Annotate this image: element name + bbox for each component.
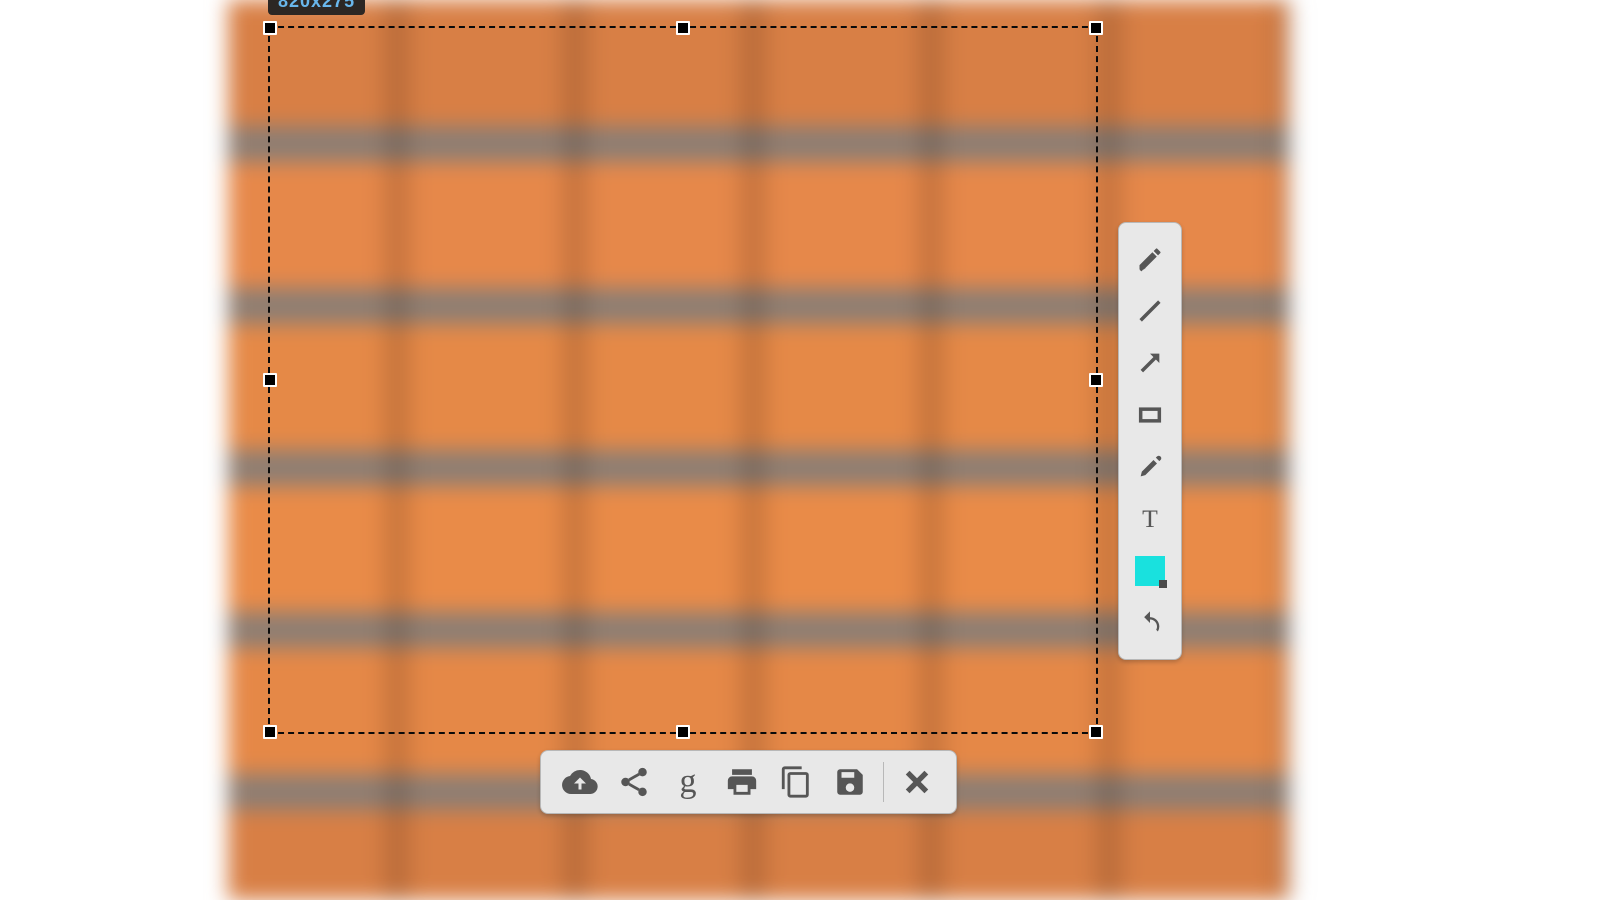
close-icon (901, 766, 933, 798)
print-icon (725, 765, 759, 799)
resize-handle-middle-right[interactable] (1089, 373, 1103, 387)
undo-button[interactable] (1128, 601, 1172, 645)
svg-text:g: g (680, 765, 697, 799)
marker-icon (1136, 453, 1164, 481)
save-button[interactable] (823, 758, 877, 806)
google-search-button[interactable]: g (661, 758, 715, 806)
line-tool-button[interactable] (1128, 289, 1172, 333)
rectangle-icon (1136, 401, 1164, 429)
pencil-tool-button[interactable] (1128, 237, 1172, 281)
selection-rectangle[interactable] (268, 26, 1098, 734)
resize-handle-bottom-right[interactable] (1089, 725, 1103, 739)
cloud-upload-icon (562, 764, 598, 800)
print-button[interactable] (715, 758, 769, 806)
svg-text:T: T (1142, 505, 1158, 533)
resize-handle-bottom-left[interactable] (263, 725, 277, 739)
google-icon: g (671, 765, 705, 799)
color-picker-button[interactable] (1128, 549, 1172, 593)
toolbar-divider (883, 762, 884, 802)
text-tool-button[interactable]: T (1128, 497, 1172, 541)
save-icon (833, 765, 867, 799)
color-swatch-icon (1135, 556, 1165, 586)
pencil-icon (1136, 245, 1164, 273)
close-button[interactable] (890, 758, 944, 806)
text-icon: T (1136, 505, 1164, 533)
share-icon (617, 765, 651, 799)
action-toolbar-horizontal: g (540, 750, 957, 814)
upload-button[interactable] (553, 758, 607, 806)
copy-icon (779, 765, 813, 799)
line-icon (1136, 297, 1164, 325)
marker-tool-button[interactable] (1128, 445, 1172, 489)
annotation-toolbar-vertical: T (1118, 222, 1182, 660)
resize-handle-top-right[interactable] (1089, 21, 1103, 35)
resize-handle-top-left[interactable] (263, 21, 277, 35)
resize-handle-middle-left[interactable] (263, 373, 277, 387)
selection-dimensions-label: 820x275 (268, 0, 365, 15)
copy-button[interactable] (769, 758, 823, 806)
screenshot-stage: 820x275 T (228, 0, 1288, 900)
resize-handle-bottom-middle[interactable] (676, 725, 690, 739)
arrow-tool-button[interactable] (1128, 341, 1172, 385)
share-button[interactable] (607, 758, 661, 806)
undo-icon (1136, 609, 1164, 637)
resize-handle-top-middle[interactable] (676, 21, 690, 35)
arrow-icon (1136, 349, 1164, 377)
rectangle-tool-button[interactable] (1128, 393, 1172, 437)
